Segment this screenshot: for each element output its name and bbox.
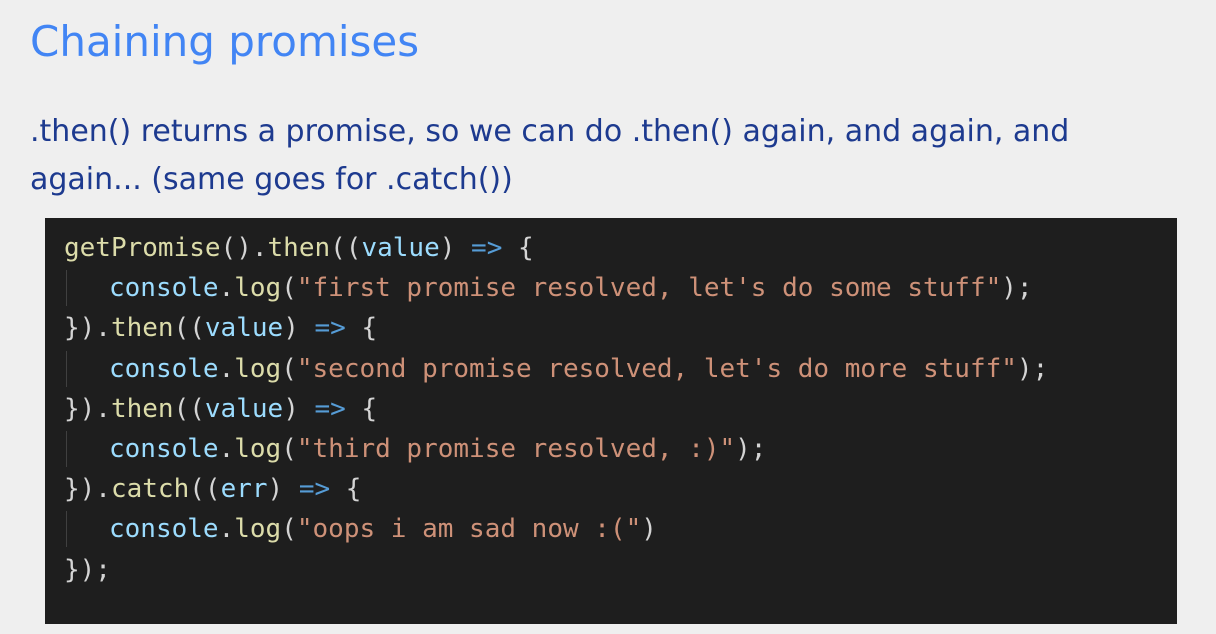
code-token-punctuation: (	[281, 433, 297, 464]
code-token-punctuation: }).	[64, 474, 111, 505]
code-token-object: console	[109, 273, 219, 304]
code-line-6: console.log("third promise resolved, :)"…	[45, 429, 1177, 469]
code-token-punctuation: {	[330, 474, 362, 505]
code-token-punctuation: {	[345, 393, 378, 424]
code-token-method: then	[110, 393, 174, 424]
code-token-string: "third promise resolved, :)"	[296, 433, 736, 464]
code-line-9: });	[45, 550, 1177, 590]
code-token-punctuation: )	[641, 514, 657, 545]
indent-guide	[66, 430, 67, 467]
code-token-parameter: value	[204, 313, 284, 344]
code-token-punctuation: )	[267, 474, 299, 505]
code-line-8: console.log("oops i am sad now :(")	[45, 509, 1177, 549]
code-token-punctuation: (	[281, 514, 297, 545]
code-token-parameter: value	[204, 393, 284, 424]
code-token-punctuation: ((	[330, 233, 362, 263]
code-line-3: }).then((value) => {	[45, 308, 1177, 348]
code-token-punctuation: (	[281, 353, 297, 384]
code-line-1: getPromise().then((value) => {	[45, 228, 1177, 268]
indent-guide	[66, 350, 67, 387]
code-token-punctuation: );	[735, 433, 767, 464]
code-token-method: log	[234, 353, 282, 384]
code-token-method: log	[234, 433, 282, 464]
code-token-punctuation: ((	[173, 313, 205, 344]
code-token-punctuation: }).	[64, 313, 111, 344]
code-token-method: catch	[110, 474, 190, 505]
code-token-punctuation: );	[1001, 273, 1033, 304]
code-token-object: console	[109, 514, 219, 545]
code-line-4: console.log("second promise resolved, le…	[45, 349, 1177, 389]
code-token-string: "oops i am sad now :("	[296, 514, 642, 545]
code-token-punctuation: )	[283, 313, 315, 344]
code-token-arrow: =>	[314, 393, 346, 424]
code-token-method: log	[234, 273, 282, 304]
code-token-arrow: =>	[298, 474, 331, 505]
code-token-string: "first promise resolved, let's do some s…	[296, 273, 1002, 304]
code-line-7: }).catch((err) => {	[45, 469, 1177, 509]
code-token-punctuation: .	[218, 514, 235, 545]
code-line-5: }).then((value) => {	[45, 389, 1177, 429]
code-line-2: console.log("first promise resolved, let…	[45, 268, 1177, 308]
code-token-punctuation: });	[64, 554, 111, 585]
code-token-punctuation: {	[502, 233, 534, 263]
code-token-punctuation: {	[345, 313, 378, 344]
code-token-object: console	[109, 353, 219, 384]
code-token-punctuation: .	[218, 273, 235, 304]
code-block: getPromise().then((value) => { console.l…	[45, 218, 1177, 624]
code-token-parameter: err	[220, 474, 268, 505]
code-token-arrow: =>	[314, 313, 346, 344]
code-token-method: then	[267, 233, 331, 263]
code-token-punctuation: ().	[220, 233, 268, 263]
slide-title: Chaining promises	[30, 17, 420, 66]
code-token-punctuation: )	[439, 233, 472, 263]
code-token-string: "second promise resolved, let's do more …	[296, 353, 1017, 384]
indent-guide	[66, 511, 67, 548]
code-token-method: log	[234, 514, 282, 545]
code-token-object: console	[109, 433, 219, 464]
code-token-parameter: value	[361, 233, 440, 263]
code-token-punctuation: );	[1016, 353, 1049, 384]
code-token-punctuation: }).	[64, 393, 111, 424]
code-token-punctuation: ((	[173, 393, 205, 424]
code-token-punctuation: ((	[189, 474, 221, 505]
code-token-function: getPromise	[64, 233, 221, 263]
code-token-method: then	[110, 313, 174, 344]
code-token-punctuation: )	[283, 393, 315, 424]
code-token-punctuation: .	[218, 433, 235, 464]
indent-guide	[66, 270, 67, 307]
code-token-arrow: =>	[471, 233, 503, 263]
code-token-punctuation: (	[281, 273, 297, 304]
slide-body-text: .then() returns a promise, so we can do …	[30, 114, 1070, 197]
code-token-punctuation: .	[218, 353, 235, 384]
